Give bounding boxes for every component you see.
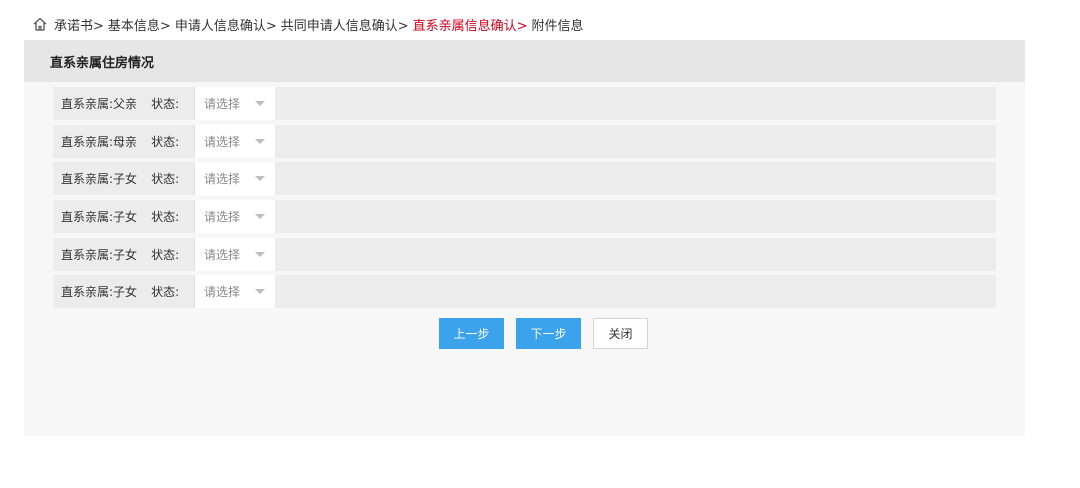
chevron-down-icon xyxy=(255,251,265,257)
breadcrumb-co-applicant-confirm[interactable]: 共同申请人信息确认> xyxy=(281,15,409,34)
relative-row-child: 直系亲属: 子女 状态: 请选择 xyxy=(53,162,996,196)
chevron-down-icon xyxy=(255,101,265,106)
status-label: 状态: xyxy=(151,172,180,187)
status-label: 状态: xyxy=(151,285,180,300)
relative-label: 直系亲属: xyxy=(61,97,114,111)
status-label: 状态: xyxy=(151,97,180,111)
breadcrumb: 承诺书> 基本信息> 申请人信息确认> 共同申请人信息确认> 直系亲属信息确认>… xyxy=(32,14,584,34)
next-step-button[interactable]: 下一步 xyxy=(516,318,581,349)
form-actions: 上一步 下一步 关闭 xyxy=(24,318,1025,349)
status-select[interactable]: 请选择 xyxy=(194,275,275,309)
status-select-placeholder: 请选择 xyxy=(204,210,241,225)
status-select-placeholder: 请选择 xyxy=(204,97,241,111)
relative-row-child: 直系亲属: 子女 状态: 请选择 xyxy=(53,200,996,234)
breadcrumb-applicant-confirm[interactable]: 申请人信息确认> xyxy=(175,15,277,34)
relative-label: 直系亲属: xyxy=(61,210,114,225)
status-select-placeholder: 请选择 xyxy=(204,247,241,262)
relative-label: 直系亲属: xyxy=(61,134,114,149)
status-label: 状态: xyxy=(151,247,180,262)
relative-relation: 父亲 xyxy=(113,97,138,111)
status-select[interactable]: 请选择 xyxy=(194,87,275,120)
status-select[interactable]: 请选择 xyxy=(194,124,275,158)
chevron-down-icon xyxy=(255,289,265,295)
status-select[interactable]: 请选择 xyxy=(194,200,275,234)
status-label: 状态: xyxy=(151,210,180,225)
status-select[interactable]: 请选择 xyxy=(194,162,275,196)
status-select-placeholder: 请选择 xyxy=(204,285,241,300)
status-select-placeholder: 请选择 xyxy=(204,172,241,187)
chevron-down-icon xyxy=(255,176,265,182)
breadcrumb-commitment[interactable]: 承诺书> xyxy=(54,15,104,34)
relative-label: 直系亲属: xyxy=(61,285,114,300)
breadcrumb-relatives-confirm[interactable]: 直系亲属信息确认> xyxy=(413,15,528,34)
relative-label: 直系亲属: xyxy=(61,247,114,262)
relative-relation: 子女 xyxy=(113,247,138,262)
relative-row-child: 直系亲属: 子女 状态: 请选择 xyxy=(53,275,996,309)
relative-relation: 子女 xyxy=(113,172,138,187)
panel-title: 直系亲属住房情况 xyxy=(24,40,1025,82)
relative-row-child: 直系亲属: 子女 状态: 请选择 xyxy=(53,237,996,271)
breadcrumb-basic-info[interactable]: 基本信息> xyxy=(108,15,171,34)
breadcrumb-attachments[interactable]: 附件信息 xyxy=(532,15,584,34)
relative-relation: 母亲 xyxy=(113,134,138,149)
relative-relation: 子女 xyxy=(113,210,138,225)
close-button[interactable]: 关闭 xyxy=(593,318,648,349)
status-select-placeholder: 请选择 xyxy=(204,134,241,149)
relative-row-mother: 直系亲属: 母亲 状态: 请选择 xyxy=(53,124,996,158)
home-icon[interactable] xyxy=(32,16,48,32)
relative-relation: 子女 xyxy=(113,285,138,300)
chevron-down-icon xyxy=(255,138,265,144)
relative-row-father: 直系亲属: 父亲 状态: 请选择 xyxy=(53,87,996,120)
relatives-housing-panel: 直系亲属住房情况 直系亲属: 父亲 状态: 请选择 直系亲属: 母亲 状态: 请… xyxy=(24,40,1025,436)
chevron-down-icon xyxy=(255,214,265,220)
relative-label: 直系亲属: xyxy=(61,172,114,187)
prev-step-button[interactable]: 上一步 xyxy=(439,318,504,349)
relatives-list: 直系亲属: 父亲 状态: 请选择 直系亲属: 母亲 状态: 请选择 直系亲属: … xyxy=(53,87,996,313)
status-select[interactable]: 请选择 xyxy=(194,237,275,271)
status-label: 状态: xyxy=(151,134,180,149)
